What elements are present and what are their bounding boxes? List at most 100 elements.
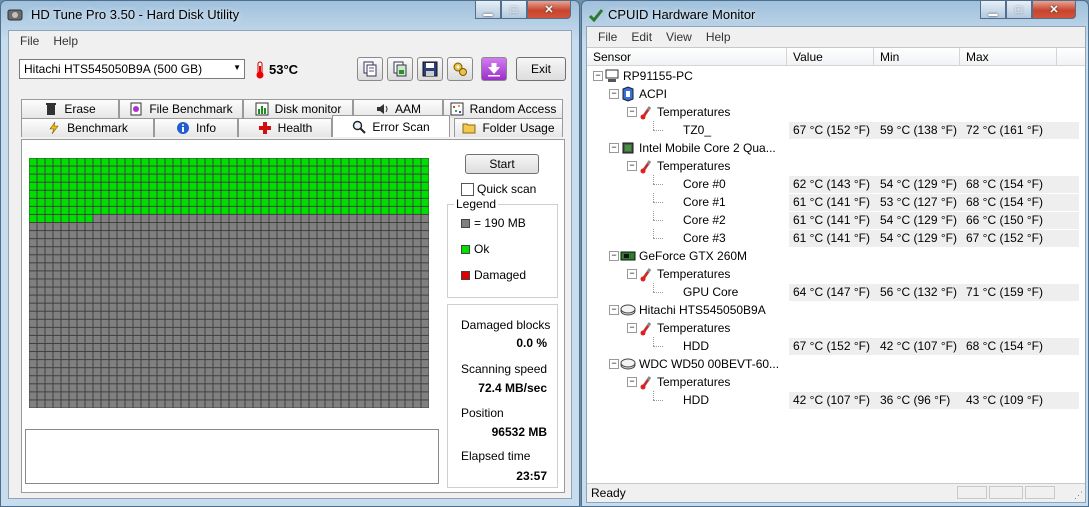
scan-block-unscanned xyxy=(213,295,221,303)
scan-block-unscanned xyxy=(365,239,373,247)
download-button[interactable] xyxy=(481,57,507,81)
menu-help[interactable]: Help xyxy=(46,34,85,48)
copy-text-button[interactable] xyxy=(357,57,383,81)
close-button[interactable]: ✕ xyxy=(527,1,571,19)
scan-block-unscanned xyxy=(141,343,149,352)
tree-node-row[interactable]: − GeForce GTX 260M xyxy=(587,247,1085,265)
tree-node-row[interactable]: − RP91155-PC xyxy=(587,67,1085,85)
menu-file[interactable]: File xyxy=(13,34,46,48)
tree-node-row[interactable]: − Temperatures xyxy=(587,157,1085,175)
sensor-reading-row[interactable]: Core #1 61 °C (141 °F) 53 °C (127 °F) 68 °C… xyxy=(587,193,1085,211)
scan-block-unscanned xyxy=(29,376,37,384)
column-divider[interactable] xyxy=(959,48,960,65)
tree-node-row[interactable]: − ACPI xyxy=(587,85,1085,103)
tree-node-row[interactable]: − Temperatures xyxy=(587,103,1085,121)
tab-health[interactable]: Health xyxy=(238,118,332,137)
sensor-reading-row[interactable]: TZ0_ 67 °C (152 °F) 59 °C (138 °F) 72 °C (1… xyxy=(587,121,1085,139)
scan-block-unscanned xyxy=(301,287,309,295)
scan-block-ok xyxy=(117,182,125,190)
tab-file-benchmark[interactable]: File Benchmark xyxy=(119,99,243,118)
collapse-toggle[interactable]: − xyxy=(609,305,619,315)
tree-node-row[interactable]: − Intel Mobile Core 2 Qua... xyxy=(587,139,1085,157)
quick-scan-checkbox[interactable]: Quick scan xyxy=(461,182,536,196)
collapse-toggle[interactable]: − xyxy=(627,377,637,387)
start-button[interactable]: Start xyxy=(465,154,539,174)
scan-block-unscanned xyxy=(85,368,93,376)
column-divider[interactable] xyxy=(873,48,874,65)
save-button[interactable] xyxy=(417,57,443,81)
minimize-button[interactable]: ▁ xyxy=(475,1,501,19)
copy-screenshot-button[interactable] xyxy=(387,57,413,81)
cpuid-titlebar[interactable]: CPUID Hardware Monitor ▁ □ ✕ xyxy=(582,1,1088,29)
scan-block-unscanned xyxy=(381,287,389,295)
collapse-toggle[interactable]: − xyxy=(627,107,637,117)
maximize-button[interactable]: □ xyxy=(501,1,527,19)
scan-block-ok xyxy=(77,214,85,223)
tree-node-row[interactable]: − Hitachi HTS545050B9A xyxy=(587,301,1085,319)
column-sensor[interactable]: Sensor xyxy=(593,50,631,64)
scan-block-unscanned xyxy=(197,400,205,408)
drive-select[interactable]: Hitachi HTS545050B9A (500 GB) ▼ xyxy=(19,59,245,79)
scanning-speed-value: 72.4 MB/sec xyxy=(478,381,547,395)
tree-node-row[interactable]: − WDC WD50 00BEVT-60... xyxy=(587,355,1085,373)
column-max[interactable]: Max xyxy=(966,50,989,64)
options-button[interactable] xyxy=(447,57,473,81)
collapse-toggle[interactable]: − xyxy=(627,161,637,171)
scan-block-unscanned xyxy=(269,360,277,368)
scan-block-unscanned xyxy=(333,231,341,239)
menu-view[interactable]: View xyxy=(659,30,699,44)
hdtune-app-icon xyxy=(7,9,23,21)
collapse-toggle[interactable]: − xyxy=(609,89,619,99)
tab-random-access[interactable]: Random Access xyxy=(443,99,563,118)
sensor-reading-row[interactable]: Core #0 62 °C (143 °F) 54 °C (129 °F) 68 °C… xyxy=(587,175,1085,193)
scan-block-unscanned xyxy=(341,255,349,263)
scan-block-unscanned xyxy=(317,231,325,239)
column-min[interactable]: Min xyxy=(880,50,899,64)
sensor-reading-row[interactable]: GPU Core 64 °C (147 °F) 56 °C (132 °F) 71 °… xyxy=(587,283,1085,301)
scan-block-unscanned xyxy=(405,376,413,384)
column-value[interactable]: Value xyxy=(793,50,823,64)
hdtune-titlebar[interactable]: HD Tune Pro 3.50 - Hard Disk Utility ▁ □… xyxy=(1,1,579,29)
scan-block-unscanned xyxy=(213,223,221,231)
scan-block-ok xyxy=(37,214,45,223)
maximize-button[interactable]: □ xyxy=(1006,1,1032,19)
scan-block-unscanned xyxy=(213,352,221,360)
collapse-toggle[interactable]: − xyxy=(593,71,603,81)
tree-node-row[interactable]: − Temperatures xyxy=(587,265,1085,283)
scan-block-unscanned xyxy=(349,400,357,408)
tab-folder-usage[interactable]: Folder Usage xyxy=(454,118,563,137)
tab-benchmark[interactable]: Benchmark xyxy=(21,118,154,137)
scan-block-unscanned xyxy=(309,279,317,287)
sensor-reading-row[interactable]: HDD 42 °C (107 °F) 36 °C (96 °F) 43 °C (109… xyxy=(587,391,1085,409)
column-divider[interactable] xyxy=(786,48,787,65)
scan-block-ok xyxy=(149,174,157,182)
resize-grip-icon[interactable]: ⋰ xyxy=(1074,490,1083,501)
tree-node-row[interactable]: − Temperatures xyxy=(587,319,1085,337)
exit-button[interactable]: Exit xyxy=(516,57,566,81)
scan-block-unscanned xyxy=(125,303,133,311)
scan-block-unscanned xyxy=(253,376,261,384)
checkbox-box[interactable] xyxy=(461,182,474,196)
menu-help[interactable]: Help xyxy=(699,30,738,44)
menu-edit[interactable]: Edit xyxy=(624,30,659,44)
tab-info[interactable]: Info xyxy=(154,118,238,137)
collapse-toggle[interactable]: − xyxy=(609,143,619,153)
collapse-toggle[interactable]: − xyxy=(609,251,619,261)
maximize-icon: □ xyxy=(510,3,518,16)
scan-block-unscanned xyxy=(205,352,213,360)
scan-block-ok xyxy=(381,182,389,190)
sensor-reading-row[interactable]: Core #2 61 °C (141 °F) 54 °C (129 °F) 66 °C… xyxy=(587,211,1085,229)
column-divider[interactable] xyxy=(1056,48,1057,65)
menu-file[interactable]: File xyxy=(591,30,624,44)
collapse-toggle[interactable]: − xyxy=(627,269,637,279)
minimize-button[interactable]: ▁ xyxy=(980,1,1006,19)
sensor-reading-row[interactable]: HDD 67 °C (152 °F) 42 °C (107 °F) 68 °C (15… xyxy=(587,337,1085,355)
collapse-toggle[interactable]: − xyxy=(627,323,637,333)
sensor-reading-row[interactable]: Core #3 61 °C (141 °F) 54 °C (129 °F) 67 °C… xyxy=(587,229,1085,247)
collapse-toggle[interactable]: − xyxy=(609,359,619,369)
tree-node-row[interactable]: − Temperatures xyxy=(587,373,1085,391)
tab-error-scan[interactable]: Error Scan xyxy=(332,115,450,137)
close-button[interactable]: ✕ xyxy=(1032,1,1076,19)
sensor-tree[interactable]: Sensor Value Min Max − RP91155-PC − ACPI − Te… xyxy=(587,47,1085,484)
tab-erase[interactable]: Erase xyxy=(21,99,119,118)
